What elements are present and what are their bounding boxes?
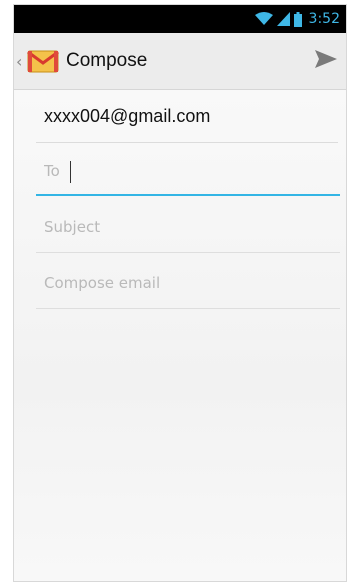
status-icons: 3:52	[254, 9, 340, 29]
signal-icon	[276, 12, 290, 26]
from-account: xxxx004@gmail.com	[44, 106, 211, 126]
subject-field[interactable]	[36, 208, 340, 246]
wifi-icon	[254, 12, 273, 26]
battery-icon	[293, 11, 302, 27]
compose-email-field[interactable]	[36, 264, 340, 302]
gmail-envelope-icon[interactable]	[27, 48, 61, 74]
to-field[interactable]	[36, 152, 340, 190]
subject-field-underline	[36, 252, 340, 253]
from-account-selector[interactable]: xxxx004@gmail.com	[36, 90, 338, 143]
send-button[interactable]	[310, 45, 342, 77]
text-cursor	[70, 161, 71, 183]
compose-form: xxxx004@gmail.com	[14, 90, 346, 581]
phone-screen: 3:52 ‹ Compose xxxx004@gmail.com	[14, 5, 346, 581]
send-icon	[314, 49, 338, 74]
status-clock: 3:52	[308, 11, 340, 27]
up-navigation-icon[interactable]: ‹	[16, 52, 22, 71]
page-title: Compose	[66, 50, 148, 71]
body-field-underline	[36, 308, 340, 309]
to-field-underline	[36, 194, 340, 196]
action-bar: ‹ Compose	[14, 33, 346, 90]
status-bar: 3:52	[14, 5, 346, 33]
